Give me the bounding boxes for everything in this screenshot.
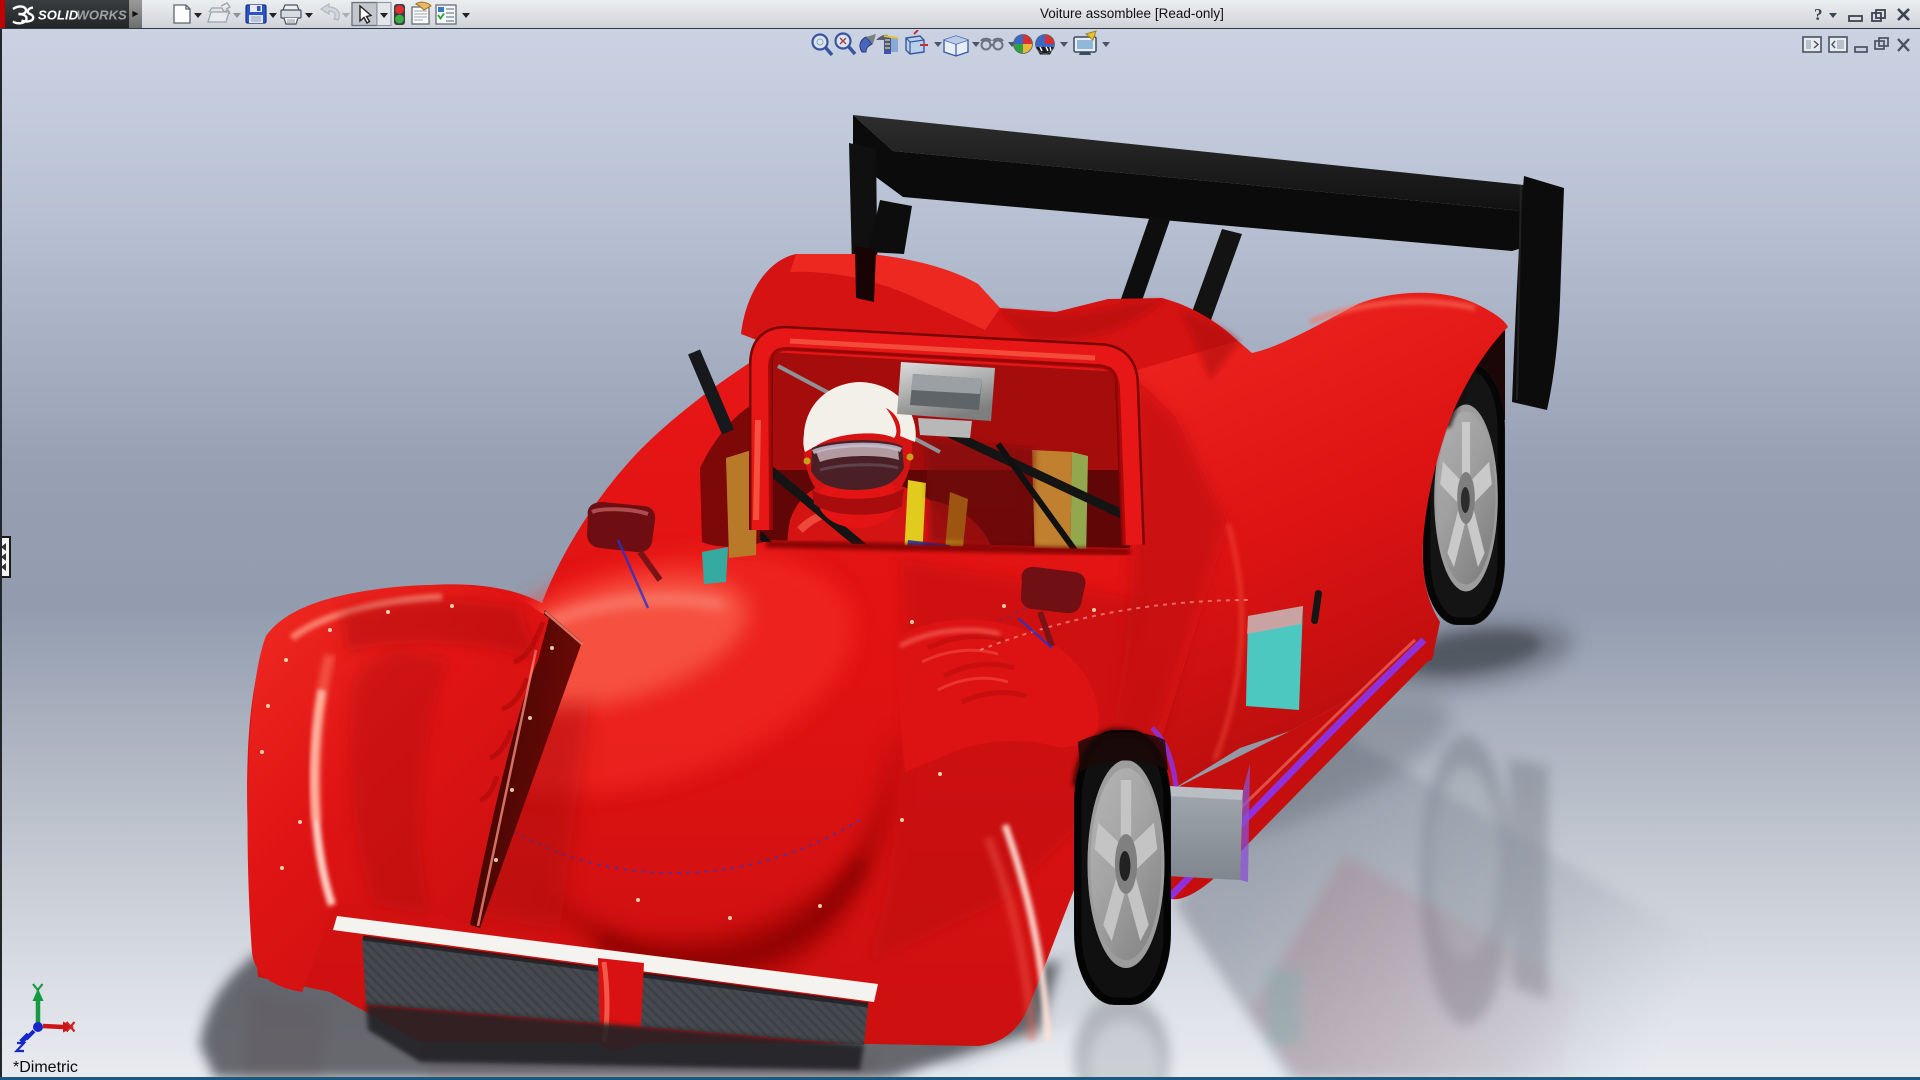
- svg-text:SOLID: SOLID: [38, 8, 79, 23]
- svg-text:WORKS: WORKS: [77, 8, 128, 23]
- svg-text:?: ?: [1814, 5, 1823, 24]
